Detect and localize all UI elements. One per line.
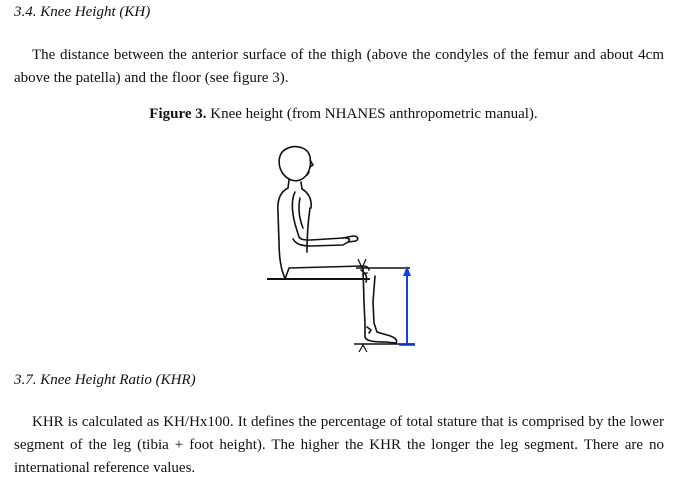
paragraph-knee-height: The distance between the anterior surfac… xyxy=(14,44,664,90)
figure-caption-text: Knee height (from NHANES anthropometric … xyxy=(206,106,538,122)
paragraph-knee-height-text: The distance between the anterior surfac… xyxy=(14,47,664,86)
figure-caption: Figure 3. Knee height (from NHANES anthr… xyxy=(0,106,687,123)
figure-label: Figure 3. xyxy=(149,106,207,122)
figure-ankle xyxy=(366,326,372,334)
paragraph-knee-height-ratio-text: KHR is calculated as KH/Hx100. It define… xyxy=(14,414,664,476)
paragraph-knee-height-ratio: KHR is calculated as KH/Hx100. It define… xyxy=(14,411,664,480)
figure-chest xyxy=(300,181,312,209)
section-heading-knee-height-ratio: 3.7. Knee Height Ratio (KHR) xyxy=(14,372,196,388)
knee-height-figure xyxy=(267,145,415,353)
figure-arm-inner xyxy=(298,197,304,229)
figure-hand xyxy=(342,235,359,243)
figure-back xyxy=(277,179,290,280)
knee-height-arrow xyxy=(399,266,415,346)
section-heading-knee-height: 3.4. Knee Height (KH) xyxy=(14,4,151,20)
caliper-bottom xyxy=(358,343,368,353)
figure-head xyxy=(278,145,312,182)
